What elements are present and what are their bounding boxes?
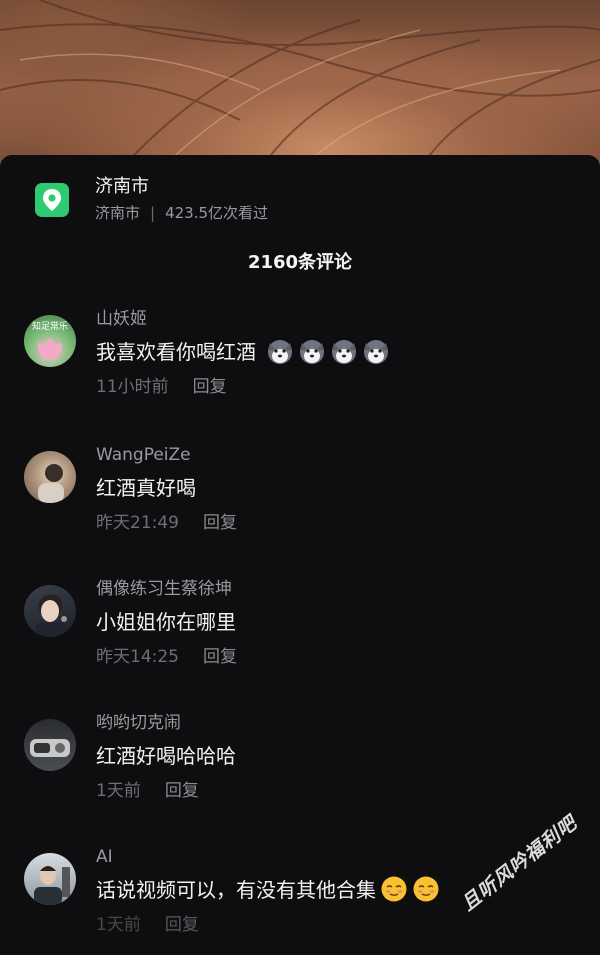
comment-count: 2160条评论 <box>247 252 353 273</box>
comment-text: 我喜欢看你喝红酒 <box>96 337 576 367</box>
video-hair-texture <box>0 0 600 170</box>
comment-meta: 1天前 回复 <box>96 779 576 803</box>
reply-button[interactable]: 回复 <box>203 647 237 667</box>
comment-meta: 昨天21:49 回复 <box>96 511 576 535</box>
husky-emoji <box>332 340 357 364</box>
comment-body: 偶像练习生蔡徐坤 小姐姐你在哪里 昨天14:25 回复 <box>96 577 576 669</box>
reply-button[interactable]: 回复 <box>203 513 237 533</box>
location-city: 济南市 <box>95 204 141 222</box>
comment-time: 11小时前 <box>96 377 169 397</box>
location-views: 423.5亿次看过 <box>165 204 269 222</box>
comment-text: 小姐姐你在哪里 <box>96 610 236 634</box>
comment-time: 1天前 <box>96 915 141 935</box>
comment-text: 红酒真好喝 <box>96 476 196 500</box>
comment-body: 哟哟切克闹 红酒好喝哈哈哈 1天前 回复 <box>96 711 576 803</box>
avatar[interactable]: 知足常乐 <box>24 315 76 367</box>
relieved-emoji <box>413 876 439 902</box>
map-pin-icon <box>35 183 69 217</box>
comment-username[interactable]: 山妖姬 <box>96 307 576 331</box>
comment-time: 昨天21:49 <box>96 513 179 533</box>
location-subtitle: 济南市 | 423.5亿次看过 <box>95 201 268 225</box>
location-card[interactable]: 济南市 济南市 | 423.5亿次看过 <box>35 176 268 222</box>
husky-emoji <box>364 340 389 364</box>
husky-emoji <box>268 340 293 364</box>
comment-time: 昨天14:25 <box>96 647 179 667</box>
comments-sheet: 济南市 济南市 | 423.5亿次看过 2160条评论 知足常乐 山妖姬 我喜欢看你… <box>0 155 600 955</box>
comment-meta: 昨天14:25 回复 <box>96 645 576 669</box>
husky-emoji <box>300 340 325 364</box>
avatar[interactable] <box>24 853 76 905</box>
avatar-caption: 知足常乐 <box>32 320 68 332</box>
reply-button[interactable]: 回复 <box>165 781 199 801</box>
comment-text-content: 我喜欢看你喝红酒 <box>96 340 256 364</box>
comment-meta: 11小时前 回复 <box>96 375 576 399</box>
reply-button[interactable]: 回复 <box>193 377 227 397</box>
location-text: 济南市 济南市 | 423.5亿次看过 <box>95 175 268 225</box>
comment-text-content: 话说视频可以，有没有其他合集 <box>96 878 376 902</box>
comment-username[interactable]: 哟哟切克闹 <box>96 711 576 735</box>
avatar[interactable] <box>24 451 76 503</box>
location-separator: | <box>150 204 156 222</box>
comment-body: 山妖姬 我喜欢看你喝红酒 11小时前 回复 <box>96 307 576 399</box>
comment-username[interactable]: WangPeiZe <box>96 443 576 467</box>
comment-username[interactable]: 偶像练习生蔡徐坤 <box>96 577 576 601</box>
reply-button[interactable]: 回复 <box>165 915 199 935</box>
avatar[interactable] <box>24 585 76 637</box>
comment-meta: 1天前 回复 <box>96 913 576 937</box>
avatar[interactable] <box>24 719 76 771</box>
comment-time: 1天前 <box>96 781 141 801</box>
comment-text: 红酒好喝哈哈哈 <box>96 744 236 768</box>
location-title: 济南市 <box>95 176 149 197</box>
comment-body: WangPeiZe 红酒真好喝 昨天21:49 回复 <box>96 443 576 535</box>
relieved-emoji <box>381 876 407 902</box>
